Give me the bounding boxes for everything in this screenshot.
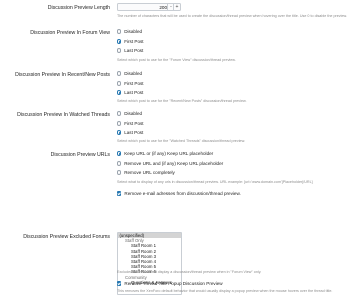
excluded-forums-hint: Excluded forums will not display a discu… (117, 270, 262, 274)
radio-icon[interactable] (117, 48, 122, 53)
remove-popup-hint: This removes the XenForo default behavio… (117, 289, 333, 293)
checkbox-checked-icon[interactable] (117, 191, 122, 196)
length-label: Discussion Preview Length (47, 5, 110, 11)
radio-selected-icon[interactable] (117, 130, 122, 135)
urls-row: Discussion Preview URLs Keep URL or (if … (0, 149, 364, 189)
forum-view-option-first[interactable]: First Post (117, 38, 144, 45)
recent-new-option-first[interactable]: First Post (117, 80, 144, 87)
radio-icon[interactable] (117, 81, 122, 86)
forum-view-row: Discussion Preview In Forum View Disable… (0, 27, 364, 69)
urls-label: Discussion Preview URLs (50, 152, 110, 158)
forum-view-hint: Select which post to use for the "Forum … (117, 58, 236, 62)
remove-popup-option[interactable]: Remove Thread Title Popup Discussion Pre… (117, 280, 223, 287)
forum-view-option-disabled[interactable]: Disabled (117, 28, 142, 35)
forum-view-label: Discussion Preview In Forum View (30, 30, 110, 36)
radio-icon[interactable] (117, 161, 122, 166)
urls-option-remove-completely[interactable]: Remove URL completely (117, 169, 175, 176)
watched-hint: Select which post to use for the "Watche… (117, 139, 246, 143)
recent-new-row: Discussion Preview In Recent/New Posts D… (0, 69, 364, 109)
watched-option-disabled[interactable]: Disabled (117, 110, 142, 117)
recent-new-option-disabled[interactable]: Disabled (117, 70, 142, 77)
radio-selected-icon[interactable] (117, 90, 122, 95)
length-hint: The number of characters that will be us… (117, 14, 347, 18)
length-value[interactable]: 200 (159, 5, 167, 10)
remove-email-label: Remove e-mail adresses from discussion/t… (124, 191, 241, 196)
length-row: Discussion Preview Length 200 - + The nu… (0, 0, 364, 27)
watched-label: Discussion Preview In Watched Threads (17, 112, 110, 118)
radio-selected-icon[interactable] (117, 151, 122, 156)
remove-popup-label: Remove Thread Title Popup Discussion Pre… (124, 281, 223, 286)
radio-icon[interactable] (117, 170, 122, 175)
radio-icon[interactable] (117, 111, 122, 116)
recent-new-hint: Select which post to use for the "Recent… (117, 99, 247, 103)
remove-email-option[interactable]: Remove e-mail adresses from discussion/t… (117, 190, 241, 197)
urls-option-remove-keep-placeholder[interactable]: Remove URL and (if any) Keep URL placeho… (117, 160, 223, 167)
watched-option-first[interactable]: First Post (117, 120, 144, 127)
radio-icon[interactable] (117, 121, 122, 126)
urls-hint: Select what to display of any urls in di… (117, 180, 313, 184)
forum-view-option-last[interactable]: Last Post (117, 47, 143, 54)
radio-icon[interactable] (117, 29, 122, 34)
excluded-forums-label: Discussion Preview Excluded Forums (23, 234, 110, 240)
watched-option-last[interactable]: Last Post (117, 129, 143, 136)
recent-new-option-last[interactable]: Last Post (117, 89, 143, 96)
urls-option-keep[interactable]: Keep URL or (if any) Keep URL placeholde… (117, 150, 213, 157)
radio-icon[interactable] (117, 71, 122, 76)
increment-button[interactable]: + (173, 4, 180, 10)
recent-new-label: Discussion Preview In Recent/New Posts (15, 72, 110, 78)
checkbox-checked-icon[interactable] (117, 281, 122, 286)
length-stepper[interactable]: 200 - + (117, 3, 181, 11)
radio-selected-icon[interactable] (117, 39, 122, 44)
watched-row: Discussion Preview In Watched Threads Di… (0, 109, 364, 149)
